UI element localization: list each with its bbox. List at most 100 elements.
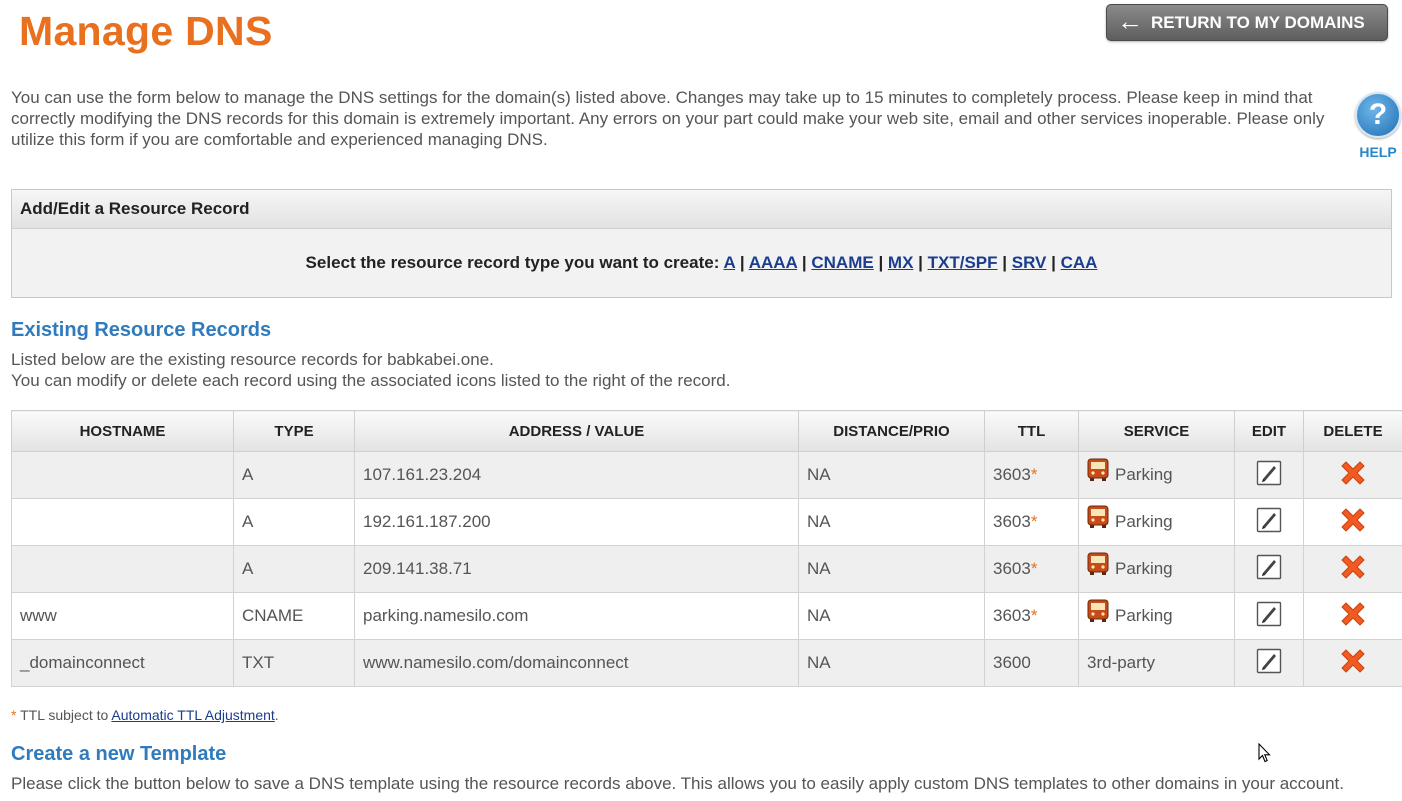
column-header: DISTANCE/PRIO [798,410,985,452]
delete-icon[interactable] [1338,646,1368,681]
address-value-cell: 107.161.23.204 [354,451,799,499]
delete-icon[interactable] [1338,458,1368,493]
service-label: Parking [1115,465,1173,484]
table-row: A 209.141.38.71 NA 3603* Parking [11,545,1402,593]
address-value-cell: parking.namesilo.com [354,592,799,640]
ttl-cell: 3603* [984,545,1079,593]
edit-icon[interactable] [1256,648,1282,679]
table-row: A 192.161.187.200 NA 3603* Parking [11,498,1402,546]
create-template-desc: Please click the button below to save a … [11,774,1344,793]
record-type-link-aaaa[interactable]: AAAA [749,253,797,272]
type-cell: TXT [233,639,355,687]
bus-icon [1087,552,1115,581]
arrow-left-icon: ← [1117,6,1143,36]
help-button[interactable]: ? HELP [1352,92,1402,160]
record-type-link-txt-spf[interactable]: TXT/SPF [928,253,998,272]
service-label: 3rd-party [1087,653,1156,672]
return-button-label: RETURN TO MY DOMAINS [1151,12,1365,32]
add-edit-panel: Add/Edit a Resource Record Select the re… [11,189,1392,298]
bus-icon [1087,458,1115,487]
address-value-cell: 192.161.187.200 [354,498,799,546]
service-column-cell: 3rd-party [1078,639,1235,687]
delete-icon[interactable] [1338,505,1368,540]
hostname-cell [11,545,234,593]
ttl-cell: 3603* [984,498,1079,546]
automatic-ttl-adjustment-link[interactable]: Automatic TTL Adjustment [111,707,274,723]
edit-icon[interactable] [1256,601,1282,632]
column-header: DELETE [1303,410,1402,452]
help-label: HELP [1359,144,1397,160]
help-icon: ? [1355,92,1401,138]
ttl-value: 3603 [993,512,1031,531]
existing-records-desc-2: You can modify or delete each record usi… [11,371,731,390]
ttl-value: 3603 [993,465,1031,484]
delete-icon[interactable] [1338,599,1368,634]
ttl-cell: 3600 [984,639,1079,687]
mouse-cursor-icon [1258,743,1271,763]
delete-cell [1303,498,1402,546]
table-row: www CNAME parking.namesilo.com NA 3603* Parki… [11,592,1402,640]
delete-cell [1303,451,1402,499]
intro-text: You can use the form below to manage the… [11,88,1325,149]
service-cell: Parking [1087,599,1226,628]
record-type-selector: Select the resource record type you want… [305,253,1098,272]
hostname-cell [11,498,234,546]
column-header: SERVICE [1078,410,1235,452]
existing-records-desc-1: Listed below are the existing resource r… [11,350,494,369]
service-column-cell: Parking [1078,545,1235,593]
ttl-star: * [1030,559,1038,578]
ttl-value: 3600 [993,653,1031,672]
edit-cell [1234,545,1304,593]
service-column-cell: Parking [1078,592,1235,640]
service-label: Parking [1115,512,1173,531]
distance-prio-cell: NA [798,498,985,546]
edit-cell [1234,498,1304,546]
distance-prio-cell: NA [798,451,985,499]
service-cell: Parking [1087,505,1226,534]
ttl-star: * [1030,606,1038,625]
table-header-row: HOSTNAME TYPE ADDRESS / VALUE DISTANCE/P… [11,410,1402,452]
add-edit-panel-title: Add/Edit a Resource Record [12,190,1391,229]
service-column-cell: Parking [1078,451,1235,499]
record-type-link-cname[interactable]: CNAME [811,253,873,272]
address-value-cell: 209.141.38.71 [354,545,799,593]
column-header: EDIT [1234,410,1304,452]
ttl-note: * TTL subject to Automatic TTL Adjustmen… [11,707,279,723]
service-cell: Parking [1087,552,1226,581]
record-type-prompt: Select the resource record type you want… [305,253,720,272]
column-header: ADDRESS / VALUE [354,410,799,452]
type-cell: A [233,451,355,499]
hostname-cell: www [11,592,234,640]
distance-prio-cell: NA [798,592,985,640]
record-type-link-srv[interactable]: SRV [1012,253,1047,272]
edit-cell [1234,639,1304,687]
return-to-my-domains-button[interactable]: ← RETURN TO MY DOMAINS [1106,4,1388,41]
ttl-star: * [1030,465,1038,484]
edit-cell [1234,592,1304,640]
create-template-title: Create a new Template [11,743,227,765]
bus-icon [1087,599,1115,628]
records-table: HOSTNAME TYPE ADDRESS / VALUE DISTANCE/P… [11,410,1402,687]
type-cell: CNAME [233,592,355,640]
ttl-value: 3603 [993,606,1031,625]
delete-icon[interactable] [1338,552,1368,587]
column-header: HOSTNAME [11,410,234,452]
delete-cell [1303,545,1402,593]
hostname-cell [11,451,234,499]
delete-cell [1303,639,1402,687]
record-type-link-a[interactable]: A [723,253,735,272]
service-label: Parking [1115,559,1173,578]
record-type-link-caa[interactable]: CAA [1061,253,1098,272]
ttl-cell: 3603* [984,592,1079,640]
existing-records-title: Existing Resource Records [11,319,272,341]
edit-icon[interactable] [1256,554,1282,585]
bus-icon [1087,505,1115,534]
type-cell: A [233,545,355,593]
edit-icon[interactable] [1256,507,1282,538]
table-row: A 107.161.23.204 NA 3603* Parking [11,451,1402,499]
table-row: _domainconnect TXT www.namesilo.com/domain… [11,639,1402,687]
record-type-link-mx[interactable]: MX [888,253,914,272]
edit-icon[interactable] [1256,460,1282,491]
type-cell: A [233,498,355,546]
ttl-cell: 3603* [984,451,1079,499]
